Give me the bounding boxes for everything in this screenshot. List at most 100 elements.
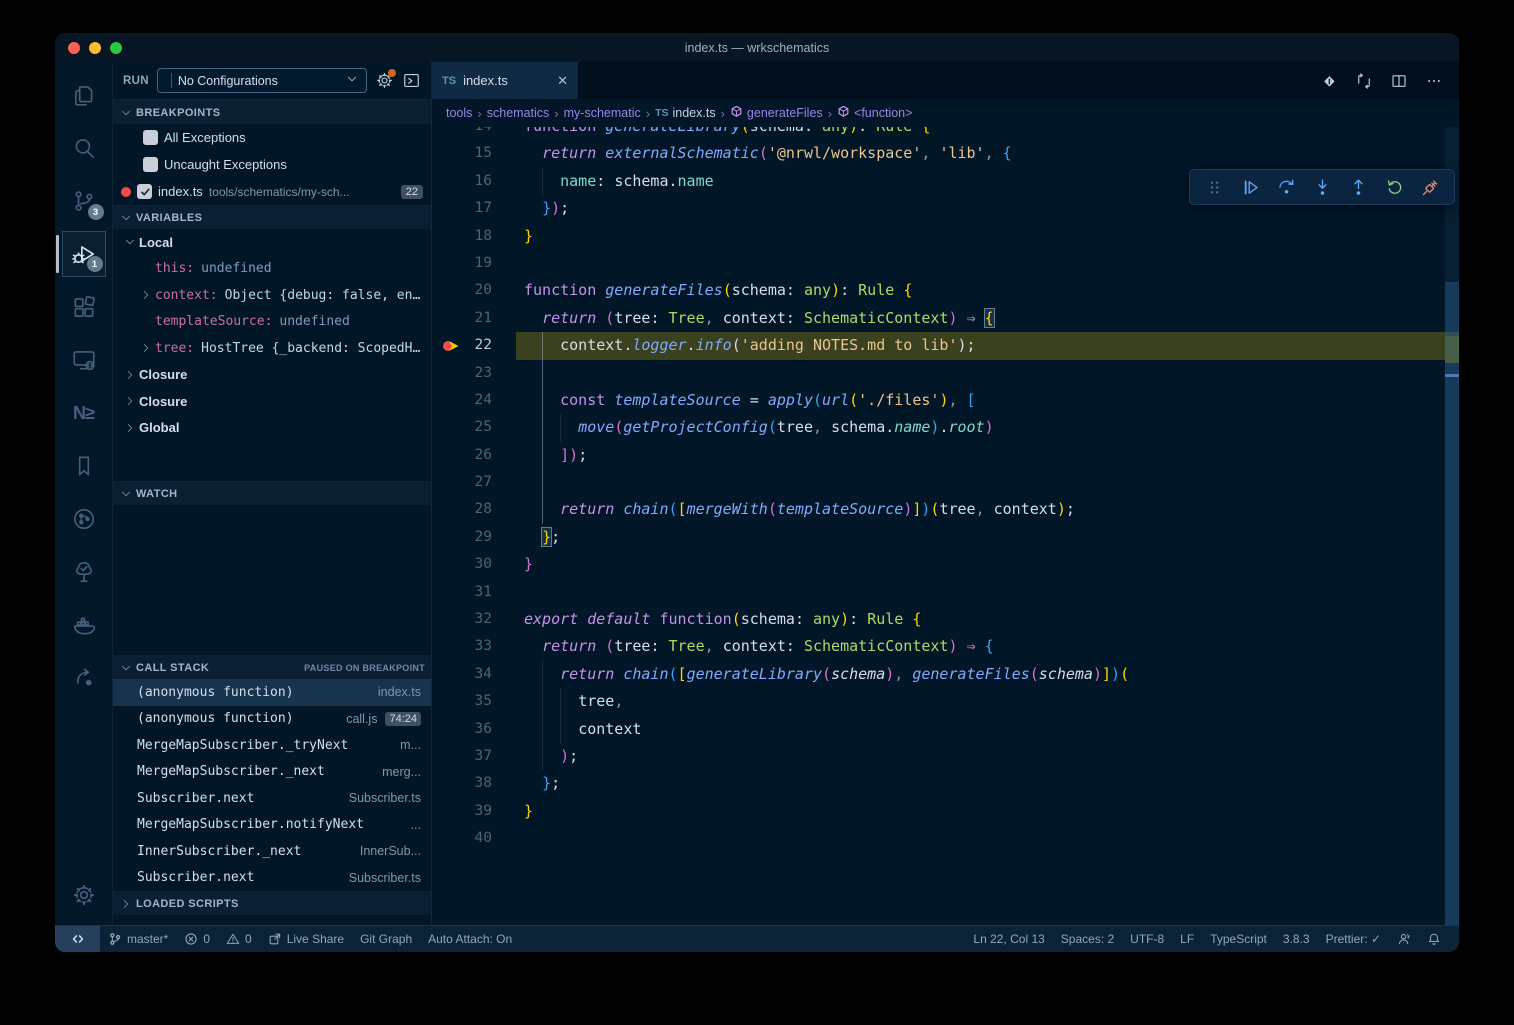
breadcrumb-item[interactable]: TSindex.ts	[655, 106, 716, 120]
debug-step-out-button[interactable]	[1340, 171, 1376, 203]
activitybar-remote-explorer[interactable]	[62, 337, 106, 383]
variables-header[interactable]: VARIABLES	[113, 205, 431, 229]
call-stack-frame[interactable]: MergeMapSubscriber._nextmerg...	[113, 759, 431, 786]
debug-drag-handle-button[interactable]	[1196, 171, 1232, 203]
statusbar-branch[interactable]: master*	[100, 926, 176, 952]
line-number[interactable]: 32	[432, 606, 492, 633]
code-line-14[interactable]: 14function generateLibrary(schema: any):…	[432, 127, 1459, 140]
code-line-32[interactable]: 32export default function(schema: any): …	[432, 606, 1459, 633]
line-number[interactable]: 27	[432, 469, 492, 496]
statusbar-eol[interactable]: LF	[1172, 926, 1202, 952]
editor-scrollbar[interactable]	[1445, 127, 1459, 925]
activitybar-live-share[interactable]	[62, 655, 106, 701]
line-number[interactable]: 16	[432, 168, 492, 195]
variable-row[interactable]: Global	[113, 415, 431, 442]
call-stack-header[interactable]: CALL STACKPAUSED ON BREAKPOINT	[113, 655, 431, 679]
breakpoints-header[interactable]: BREAKPOINTS	[113, 100, 431, 124]
traffic-lights[interactable]	[68, 42, 122, 54]
close-tab-icon[interactable]: ✕	[557, 73, 568, 89]
split-editor-icon[interactable]	[1390, 72, 1408, 90]
line-number[interactable]: 39	[432, 798, 492, 825]
tab-index-ts[interactable]: TS index.ts ✕	[432, 62, 578, 99]
code-line-25[interactable]: 25 move(getProjectConfig(tree, schema.na…	[432, 414, 1459, 441]
call-stack-frame[interactable]: MergeMapSubscriber._tryNextm...	[113, 732, 431, 759]
configure-gear-icon[interactable]	[375, 71, 394, 90]
call-stack-frame[interactable]: MergeMapSubscriber.notifyNext...	[113, 812, 431, 839]
zoom-window-button[interactable]	[110, 42, 122, 54]
activitybar-todo-tree[interactable]	[62, 549, 106, 595]
code-line-36[interactable]: 36 context	[432, 716, 1459, 743]
variable-row[interactable]: this:undefined	[113, 256, 431, 283]
activitybar-bookmarks[interactable]	[62, 443, 106, 489]
statusbar-encoding[interactable]: UTF-8	[1122, 926, 1172, 952]
code-line-38[interactable]: 38 };	[432, 770, 1459, 797]
code-line-39[interactable]: 39}	[432, 798, 1459, 825]
line-number[interactable]: 15	[432, 140, 492, 167]
statusbar-prettier[interactable]: Prettier: ✓	[1318, 926, 1389, 952]
line-number[interactable]: 17	[432, 195, 492, 222]
open-changes-icon[interactable]	[1320, 72, 1338, 90]
variable-row[interactable]: Closure	[113, 362, 431, 389]
line-number[interactable]: 30	[432, 551, 492, 578]
statusbar-indentation[interactable]: Spaces: 2	[1053, 926, 1122, 952]
variable-row[interactable]: Local	[113, 229, 431, 256]
activitybar-source-control[interactable]: 3	[62, 178, 106, 224]
activitybar-manage[interactable]	[62, 872, 106, 918]
more-actions-icon[interactable]	[1425, 72, 1443, 90]
line-number[interactable]: 19	[432, 250, 492, 277]
line-number[interactable]: 38	[432, 770, 492, 797]
activitybar-run-and-debug[interactable]: 1	[62, 231, 106, 277]
code-line-37[interactable]: 37 );	[432, 743, 1459, 770]
launch-configuration-dropdown[interactable]: No Configurations	[157, 68, 367, 93]
code-line-28[interactable]: 28 return chain([mergeWith(templateSourc…	[432, 496, 1459, 523]
breadcrumb-item[interactable]: generateFiles	[730, 105, 823, 121]
line-number[interactable]: 21	[432, 305, 492, 332]
line-number[interactable]: 40	[432, 825, 492, 852]
debug-restart-button[interactable]	[1376, 171, 1412, 203]
line-number[interactable]: 34	[432, 661, 492, 688]
watch-header[interactable]: WATCH	[113, 481, 431, 505]
call-stack-frame[interactable]: Subscriber.nextSubscriber.ts	[113, 865, 431, 892]
variable-row[interactable]: templateSource:undefined	[113, 309, 431, 336]
code-line-30[interactable]: 30}	[432, 551, 1459, 578]
code-line-24[interactable]: 24 const templateSource = apply(url('./f…	[432, 387, 1459, 414]
breadcrumb-item[interactable]: schematics	[487, 106, 550, 120]
code-line-22[interactable]: 22 context.logger.info('adding NOTES.md …	[432, 332, 1459, 359]
code-line-29[interactable]: 29 };	[432, 524, 1459, 551]
debug-step-into-button[interactable]	[1304, 171, 1340, 203]
code-line-18[interactable]: 18}	[432, 223, 1459, 250]
statusbar-feedback[interactable]	[1389, 926, 1419, 952]
debug-console-icon[interactable]	[402, 71, 421, 90]
code-line-26[interactable]: 26 ]);	[432, 442, 1459, 469]
close-window-button[interactable]	[68, 42, 80, 54]
code-line-40[interactable]: 40	[432, 825, 1459, 852]
line-number[interactable]: 29	[432, 524, 492, 551]
code-line-23[interactable]: 23	[432, 360, 1459, 387]
code-line-35[interactable]: 35 tree,	[432, 688, 1459, 715]
line-number[interactable]: 18	[432, 223, 492, 250]
line-number[interactable]: 14	[432, 127, 492, 140]
call-stack-frame[interactable]: Subscriber.nextSubscriber.ts	[113, 785, 431, 812]
code-line-21[interactable]: 21 return (tree: Tree, context: Schemati…	[432, 305, 1459, 332]
code-line-19[interactable]: 19	[432, 250, 1459, 277]
statusbar-remote-indicator[interactable]	[55, 926, 100, 952]
breakpoint-checkbox[interactable]	[143, 130, 158, 145]
line-number[interactable]: 20	[432, 277, 492, 304]
breadcrumb-item[interactable]: <function>	[837, 105, 912, 121]
line-number[interactable]: 31	[432, 579, 492, 606]
call-stack-frame[interactable]: (anonymous function)call.js74:24	[113, 706, 431, 733]
breadcrumb-item[interactable]: my-schematic	[564, 106, 641, 120]
activitybar-docker[interactable]	[62, 602, 106, 648]
scrollbar-slider[interactable]	[1445, 282, 1459, 925]
line-number[interactable]: 26	[432, 442, 492, 469]
activitybar-git-graph[interactable]	[62, 496, 106, 542]
activitybar-explorer[interactable]	[62, 72, 106, 118]
call-stack-frame[interactable]: (anonymous function)index.ts	[113, 679, 431, 706]
variable-row[interactable]: context:Object {debug: false, en…	[113, 282, 431, 309]
compare-icon[interactable]	[1355, 72, 1373, 90]
line-number[interactable]: 28	[432, 496, 492, 523]
breakpoint-row[interactable]: index.tstools/schematics/my-sch...22	[113, 178, 431, 205]
debug-step-over-button[interactable]	[1268, 171, 1304, 203]
statusbar-live-share[interactable]: Live Share	[260, 926, 352, 952]
debug-disconnect-button[interactable]	[1412, 171, 1448, 203]
